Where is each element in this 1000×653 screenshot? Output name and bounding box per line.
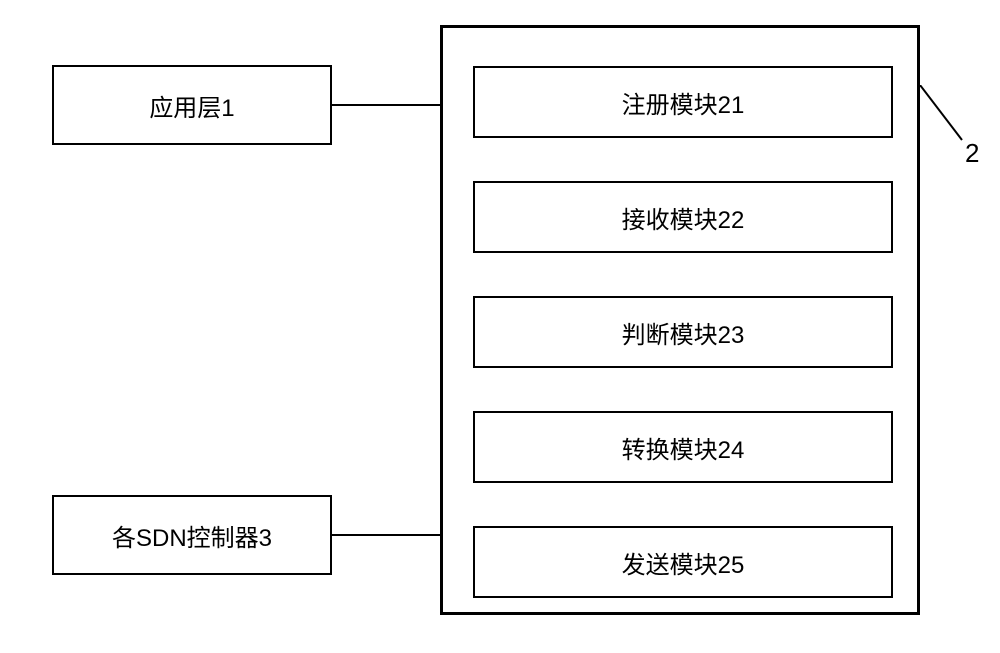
receive-module-box: 接收模块22 (473, 181, 893, 253)
sdn-controllers-label: 各SDN控制器3 (112, 518, 272, 553)
container-label-line (920, 85, 970, 150)
application-layer-label: 应用层1 (149, 88, 234, 123)
sdn-controllers-box: 各SDN控制器3 (52, 495, 332, 575)
connector-bottom (332, 534, 440, 536)
convert-module-label: 转换模块24 (622, 430, 745, 465)
convert-module-box: 转换模块24 (473, 411, 893, 483)
container-label: 2 (965, 138, 979, 169)
modules-container: 注册模块21 接收模块22 判断模块23 转换模块24 发送模块25 (440, 25, 920, 615)
send-module-box: 发送模块25 (473, 526, 893, 598)
application-layer-box: 应用层1 (52, 65, 332, 145)
judge-module-box: 判断模块23 (473, 296, 893, 368)
connector-top (332, 104, 440, 106)
receive-module-label: 接收模块22 (622, 200, 745, 235)
register-module-box: 注册模块21 (473, 66, 893, 138)
send-module-label: 发送模块25 (622, 545, 745, 580)
register-module-label: 注册模块21 (622, 85, 745, 120)
judge-module-label: 判断模块23 (622, 315, 745, 350)
